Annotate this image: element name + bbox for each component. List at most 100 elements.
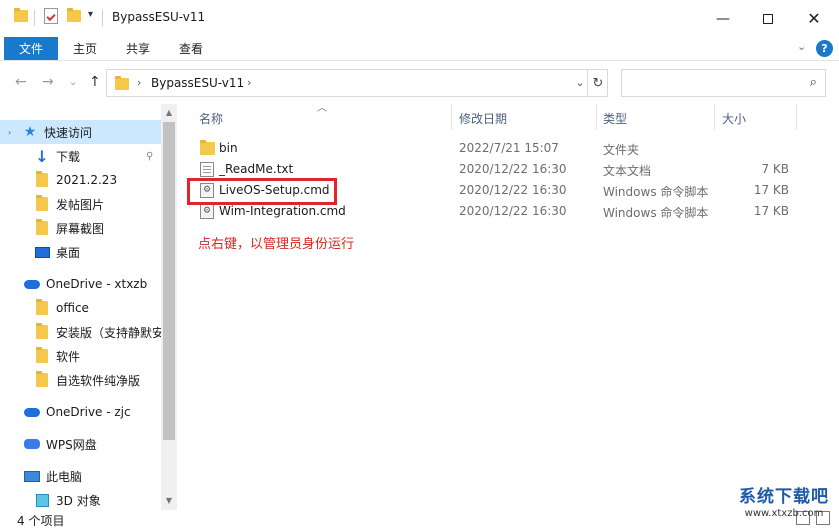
column-header-name[interactable]: 名称 <box>199 110 223 127</box>
separator <box>34 10 35 26</box>
3d-objects-icon <box>34 492 50 508</box>
chevron-down-icon[interactable]: ⌄ <box>573 76 587 89</box>
cmd-file-icon: ⚙ <box>200 204 214 219</box>
file-type: 文本文档 <box>603 164 652 178</box>
expand-ribbon-icon[interactable]: ⌄ <box>797 40 806 53</box>
pin-icon[interactable]: ⚲ <box>146 151 153 162</box>
cloud-icon <box>24 276 40 292</box>
title-bar: ▾ BypassESU-v11 — ✕ <box>0 0 839 37</box>
folder-icon <box>34 219 50 236</box>
column-divider[interactable] <box>796 104 797 130</box>
folder-icon <box>34 323 50 340</box>
new-folder-icon[interactable] <box>67 8 81 22</box>
navigation-pane: › ★ 快速访问 ↓ 下载 ⚲ 2021.2.23 发帖图片 屏幕截图 桌面 O… <box>0 104 177 510</box>
up-button[interactable]: ↑ <box>89 74 101 90</box>
column-header-modified[interactable]: 修改日期 <box>459 110 507 127</box>
scroll-up-icon[interactable]: ▲ <box>161 104 177 120</box>
nav-pane-scrollbar[interactable]: ▲ ▼ <box>161 104 177 510</box>
tab-home[interactable]: 主页 <box>73 40 97 57</box>
properties-icon[interactable] <box>44 8 58 24</box>
chevron-right-icon[interactable]: › <box>8 128 22 137</box>
nav-item-quick-access[interactable]: › ★ 快速访问 <box>0 120 162 144</box>
close-button[interactable]: ✕ <box>791 0 837 37</box>
highlight-box <box>187 178 337 205</box>
forward-button[interactable]: → <box>42 74 54 90</box>
file-modified: 2020/12/22 16:30 <box>459 162 567 176</box>
file-name: Wim-Integration.cmd <box>219 204 346 218</box>
nav-item-label: OneDrive - xtxzb <box>46 277 148 291</box>
nav-item-folder[interactable]: office <box>0 296 162 320</box>
text-file-icon <box>200 162 214 177</box>
folder-icon <box>14 8 28 22</box>
nav-item-downloads[interactable]: ↓ 下载 ⚲ <box>0 144 162 168</box>
chevron-right-icon[interactable]: › <box>247 76 251 89</box>
folder-icon <box>34 371 50 388</box>
folder-icon <box>34 195 50 212</box>
ribbon: 文件 主页 共享 查看 ⌄ ? <box>0 37 839 60</box>
nav-item-desktop[interactable]: 桌面 <box>0 240 162 264</box>
desktop-icon <box>34 244 50 260</box>
nav-item-label: 屏幕截图 <box>56 221 105 236</box>
column-divider[interactable] <box>451 104 452 130</box>
nav-item-wps-cloud[interactable]: WPS网盘 <box>0 432 162 456</box>
maximize-icon <box>763 13 773 24</box>
address-bar[interactable]: › BypassESU-v11 › ⌄ ↻ <box>106 69 608 97</box>
nav-item-this-pc[interactable]: 此电脑 <box>0 464 162 488</box>
folder-icon <box>115 76 129 90</box>
nav-item-folder[interactable]: 软件 <box>0 344 162 368</box>
column-header-size[interactable]: 大小 <box>722 110 746 127</box>
nav-item-onedrive[interactable]: OneDrive - xtxzb <box>0 272 162 296</box>
column-header-type[interactable]: 类型 <box>603 110 627 127</box>
item-count: 4 个项目 <box>17 514 65 528</box>
nav-item-3d-objects[interactable]: 3D 对象 <box>0 488 162 510</box>
file-list: ︿ 名称 修改日期 类型 大小 bin 2022/7/21 15:07 文件夹 … <box>177 103 839 510</box>
nav-item-folder[interactable]: 屏幕截图 <box>0 216 162 240</box>
nav-item-label: 安装版（支持静默安 <box>56 325 162 340</box>
nav-item-label: 快速访问 <box>44 125 93 140</box>
file-row[interactable]: bin 2022/7/21 15:07 文件夹 <box>197 138 797 159</box>
folder-icon <box>34 171 50 188</box>
nav-item-folder[interactable]: 发帖图片 <box>0 192 162 216</box>
refresh-button[interactable]: ↻ <box>587 70 608 96</box>
refresh-icon: ↻ <box>592 75 604 91</box>
nav-item-label: 下载 <box>56 149 81 164</box>
computer-icon <box>24 468 40 484</box>
nav-item-folder[interactable]: 自选软件纯净版 <box>0 368 162 392</box>
quick-access-dropdown-icon[interactable]: ▾ <box>88 9 93 20</box>
folder-icon <box>200 140 215 156</box>
nav-item-label: 2021.2.23 <box>56 173 118 187</box>
separator <box>102 10 103 26</box>
window-title: BypassESU-v11 <box>112 10 206 24</box>
maximize-button[interactable] <box>745 0 791 37</box>
column-divider[interactable] <box>714 104 715 130</box>
search-icon: ⌕ <box>809 75 817 90</box>
minimize-icon: — <box>716 10 730 27</box>
nav-item-label: 此电脑 <box>46 469 83 484</box>
tab-share[interactable]: 共享 <box>126 40 150 57</box>
nav-item-label: 发帖图片 <box>56 197 105 212</box>
annotation-text: 点右键，以管理员身份运行 <box>198 237 355 252</box>
download-icon: ↓ <box>35 146 49 166</box>
recent-locations-icon[interactable]: ⌄ <box>69 77 77 88</box>
chevron-right-icon[interactable]: › <box>137 76 141 89</box>
back-button[interactable]: ← <box>15 74 27 90</box>
help-icon[interactable]: ? <box>816 40 833 57</box>
column-divider[interactable] <box>596 104 597 130</box>
file-modified: 2022/7/21 15:07 <box>459 141 559 155</box>
file-type: 文件夹 <box>603 143 640 157</box>
tab-view[interactable]: 查看 <box>179 40 203 57</box>
nav-item-onedrive[interactable]: OneDrive - zjc <box>0 400 162 424</box>
nav-item-folder[interactable]: 安装版（支持静默安 <box>0 320 162 344</box>
close-icon: ✕ <box>807 9 821 28</box>
wps-cloud-icon <box>24 436 40 452</box>
file-row[interactable]: _ReadMe.txt 2020/12/22 16:30 文本文档 7 KB <box>197 159 797 180</box>
nav-item-folder[interactable]: 2021.2.23 <box>0 168 162 192</box>
breadcrumb[interactable]: BypassESU-v11 <box>151 76 244 90</box>
scroll-down-icon[interactable]: ▼ <box>161 492 177 508</box>
scrollbar-thumb[interactable] <box>163 122 175 440</box>
nav-item-label: 自选软件纯净版 <box>56 373 141 388</box>
tab-file[interactable]: 文件 <box>4 37 58 60</box>
cloud-icon <box>24 404 40 420</box>
minimize-button[interactable]: — <box>700 0 746 37</box>
search-input[interactable]: ⌕ <box>621 69 826 97</box>
